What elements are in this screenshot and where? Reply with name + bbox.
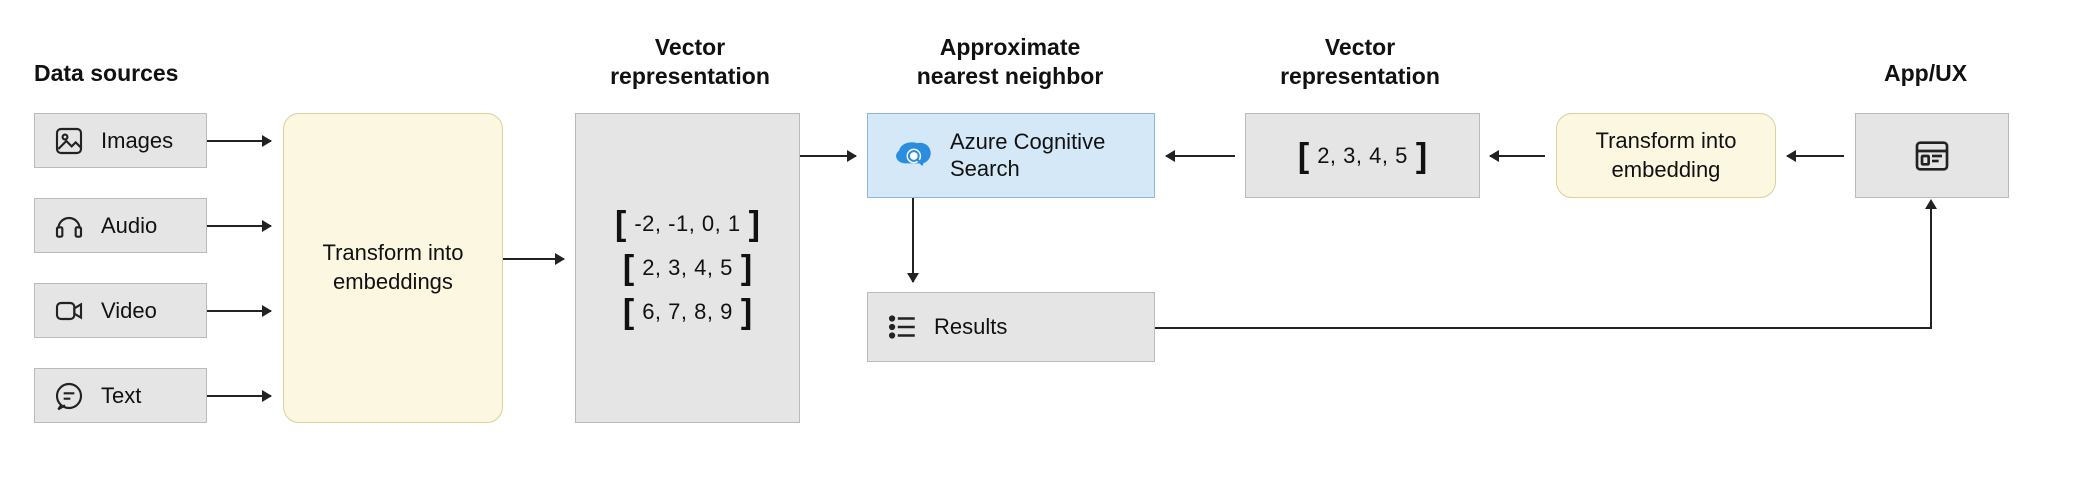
- vector-row-2: [ 2, 3, 4, 5 ]: [623, 255, 752, 281]
- arrow-azure-to-results: [912, 198, 914, 282]
- bracket-open-icon: [: [615, 213, 626, 235]
- video-icon: [49, 291, 89, 331]
- source-text-label: Text: [101, 383, 141, 409]
- query-vector-values: 2, 3, 4, 5: [1309, 143, 1416, 169]
- source-images-label: Images: [101, 128, 173, 154]
- image-icon: [49, 121, 89, 161]
- app-window-icon: [1910, 134, 1954, 178]
- transform-embeddings-left: Transform into embeddings: [283, 113, 503, 423]
- source-text: Text: [34, 368, 207, 423]
- bracket-open-icon: [: [623, 301, 634, 323]
- audio-icon: [49, 206, 89, 246]
- transform-embedding-right: Transform into embedding: [1556, 113, 1776, 198]
- bracket-close-icon: ]: [741, 257, 752, 279]
- list-icon: [882, 307, 922, 347]
- arrow-vectors-to-azure: [800, 155, 856, 157]
- source-audio: Audio: [34, 198, 207, 253]
- text-icon: [49, 376, 89, 416]
- source-audio-label: Audio: [101, 213, 157, 239]
- results-box: Results: [867, 292, 1155, 362]
- vector-row-3: [ 6, 7, 8, 9 ]: [623, 299, 752, 325]
- vector-values-2: 2, 3, 4, 5: [634, 255, 741, 281]
- query-vector-box: [ 2, 3, 4, 5 ]: [1245, 113, 1480, 198]
- arrow-app-to-transform-right: [1787, 155, 1844, 157]
- azure-cognitive-search: Azure Cognitive Search: [867, 113, 1155, 198]
- vector-values-3: 6, 7, 8, 9: [634, 299, 741, 325]
- query-vector-row: [ 2, 3, 4, 5 ]: [1298, 143, 1427, 169]
- heading-data-sources: Data sources: [34, 59, 178, 88]
- azure-label: Azure Cognitive Search: [950, 129, 1105, 182]
- source-images: Images: [34, 113, 207, 168]
- path-results-to-app-h: [1155, 327, 1930, 329]
- arrowhead-results-to-app: [1925, 199, 1937, 209]
- arrow-query-to-azure: [1166, 155, 1235, 157]
- azure-search-icon: [888, 132, 936, 180]
- path-results-to-app-v: [1930, 209, 1932, 329]
- arrow-audio-to-transform: [207, 225, 271, 227]
- source-video-label: Video: [101, 298, 157, 324]
- heading-ann: Approximate nearest neighbor: [885, 33, 1135, 91]
- vector-row-1: [ -2, -1, 0, 1 ]: [615, 211, 760, 237]
- heading-vector-rep-left: Vector representation: [580, 33, 800, 91]
- heading-vector-rep-right: Vector representation: [1250, 33, 1470, 91]
- arrow-text-to-transform: [207, 395, 271, 397]
- bracket-open-icon: [: [623, 257, 634, 279]
- arrow-video-to-transform: [207, 310, 271, 312]
- bracket-close-icon: ]: [741, 301, 752, 323]
- vector-column-left: [ -2, -1, 0, 1 ] [ 2, 3, 4, 5 ] [ 6, 7, …: [575, 113, 800, 423]
- vector-values-1: -2, -1, 0, 1: [626, 211, 748, 237]
- arrow-transform-to-vectors: [503, 258, 564, 260]
- results-label: Results: [934, 314, 1007, 340]
- bracket-open-icon: [: [1298, 145, 1309, 167]
- heading-app-ux: App/UX: [1884, 59, 1967, 88]
- arrow-transform-right-to-query: [1490, 155, 1545, 157]
- arrow-images-to-transform: [207, 140, 271, 142]
- app-ux-box: [1855, 113, 2009, 198]
- bracket-close-icon: ]: [749, 213, 760, 235]
- source-video: Video: [34, 283, 207, 338]
- bracket-close-icon: ]: [1416, 145, 1427, 167]
